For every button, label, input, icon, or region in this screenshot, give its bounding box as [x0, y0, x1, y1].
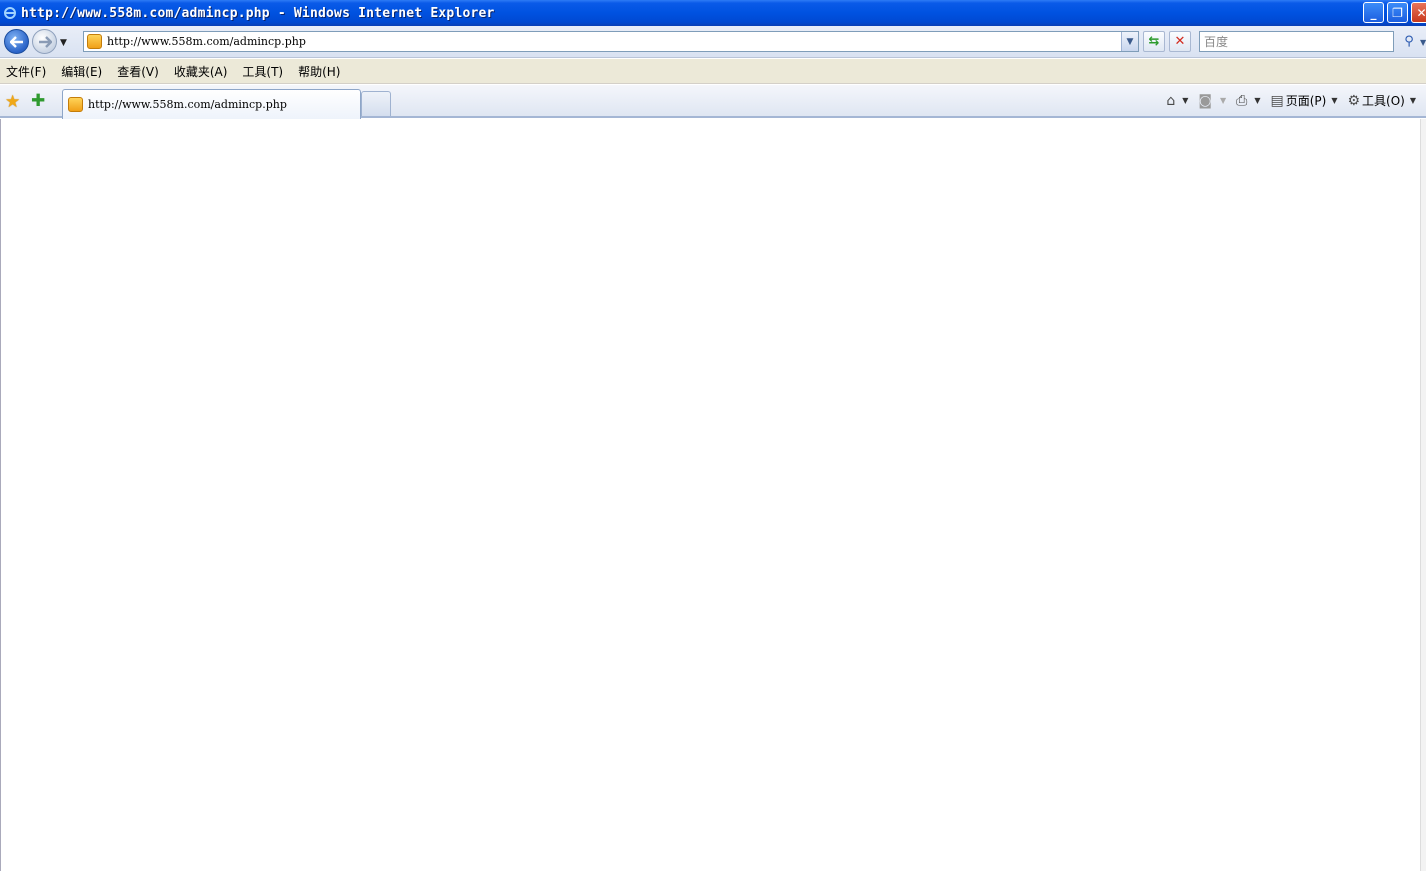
window-title: http://www.558m.com/admincp.php - Window…	[21, 5, 495, 21]
add-favorite-icon[interactable]: ✚	[31, 91, 45, 111]
tab-favicon-icon	[68, 97, 83, 112]
search-icon: ⚲	[1404, 34, 1414, 49]
refresh-icon: ⇆	[1148, 34, 1160, 49]
search-options-dropdown[interactable]: ▼	[1420, 38, 1426, 47]
favorites-star-icon[interactable]: ★	[5, 92, 20, 112]
refresh-button[interactable]: ⇆	[1143, 31, 1165, 52]
recent-pages-dropdown[interactable]: ▼	[60, 38, 67, 48]
menu-edit[interactable]: 编辑(E)	[61, 63, 102, 80]
new-tab-button[interactable]	[361, 91, 391, 116]
feeds-dropdown-icon: ▼	[1219, 96, 1227, 105]
title-bar: http://www.558m.com/admincp.php - Window…	[0, 0, 1426, 26]
ie-logo-icon	[2, 5, 18, 21]
back-button[interactable]	[4, 29, 29, 54]
print-button[interactable]: ⎙ ▼	[1236, 93, 1260, 109]
stop-icon: ✕	[1174, 34, 1186, 49]
tab-bar: ★ ✚ http://www.558m.com/admincp.php ⌂ ▼ ◙…	[0, 85, 1426, 119]
forward-arrow-icon	[38, 35, 52, 48]
rss-icon: ◙	[1198, 92, 1212, 109]
menu-favorites[interactable]: 收藏夹(A)	[174, 63, 228, 80]
page-favicon-icon	[87, 34, 102, 49]
page-content	[0, 119, 1426, 871]
tab-active[interactable]: http://www.558m.com/admincp.php	[62, 89, 361, 119]
page-dropdown-icon: ▼	[1331, 96, 1338, 105]
home-icon: ⌂	[1166, 92, 1176, 109]
window-controls: _ ❐ ✕	[1363, 2, 1426, 23]
feeds-button[interactable]: ◙ ▼	[1198, 93, 1226, 109]
home-button[interactable]: ⌂ ▼	[1166, 93, 1188, 109]
close-button[interactable]: ✕	[1411, 2, 1426, 23]
navigation-bar: ▼ http://www.558m.com/admincp.php ▼ ⇆ ✕ …	[0, 26, 1426, 58]
forward-button[interactable]	[32, 29, 57, 54]
search-button[interactable]: ⚲	[1398, 31, 1420, 52]
restore-button[interactable]: ❐	[1387, 2, 1408, 23]
tools-menu-button[interactable]: ⚙ 工具(O) ▼	[1347, 92, 1416, 109]
menu-help[interactable]: 帮助(H)	[298, 63, 340, 80]
stop-button[interactable]: ✕	[1169, 31, 1191, 52]
command-bar: ⌂ ▼ ◙ ▼ ⎙ ▼ ▤ 页面(P) ▼ ⚙ 工具(O) ▼	[1156, 92, 1416, 109]
back-arrow-icon	[9, 35, 23, 48]
page-icon: ▤	[1270, 92, 1284, 109]
address-input[interactable]: http://www.558m.com/admincp.php	[107, 35, 306, 48]
menu-file[interactable]: 文件(F)	[6, 63, 46, 80]
page-menu-label: 页面(P)	[1285, 94, 1327, 108]
address-bar[interactable]: http://www.558m.com/admincp.php ▼	[83, 31, 1139, 52]
search-input[interactable]: 百度	[1199, 31, 1394, 52]
menu-tools[interactable]: 工具(T)	[242, 63, 283, 80]
tools-dropdown-icon: ▼	[1409, 96, 1416, 105]
menu-view[interactable]: 查看(V)	[117, 63, 159, 80]
gear-icon: ⚙	[1347, 92, 1361, 109]
vertical-scrollbar[interactable]	[1420, 119, 1426, 871]
menu-bar: 文件(F) 编辑(E) 查看(V) 收藏夹(A) 工具(T) 帮助(H)	[0, 59, 1426, 84]
printer-icon: ⎙	[1236, 92, 1248, 109]
tools-menu-label: 工具(O)	[1362, 94, 1405, 108]
page-menu-button[interactable]: ▤ 页面(P) ▼	[1270, 92, 1337, 109]
address-dropdown-button[interactable]: ▼	[1121, 32, 1138, 51]
tab-label: http://www.558m.com/admincp.php	[88, 98, 287, 111]
print-dropdown-icon[interactable]: ▼	[1254, 96, 1260, 105]
minimize-button[interactable]: _	[1363, 2, 1384, 23]
home-dropdown-icon[interactable]: ▼	[1182, 96, 1188, 105]
